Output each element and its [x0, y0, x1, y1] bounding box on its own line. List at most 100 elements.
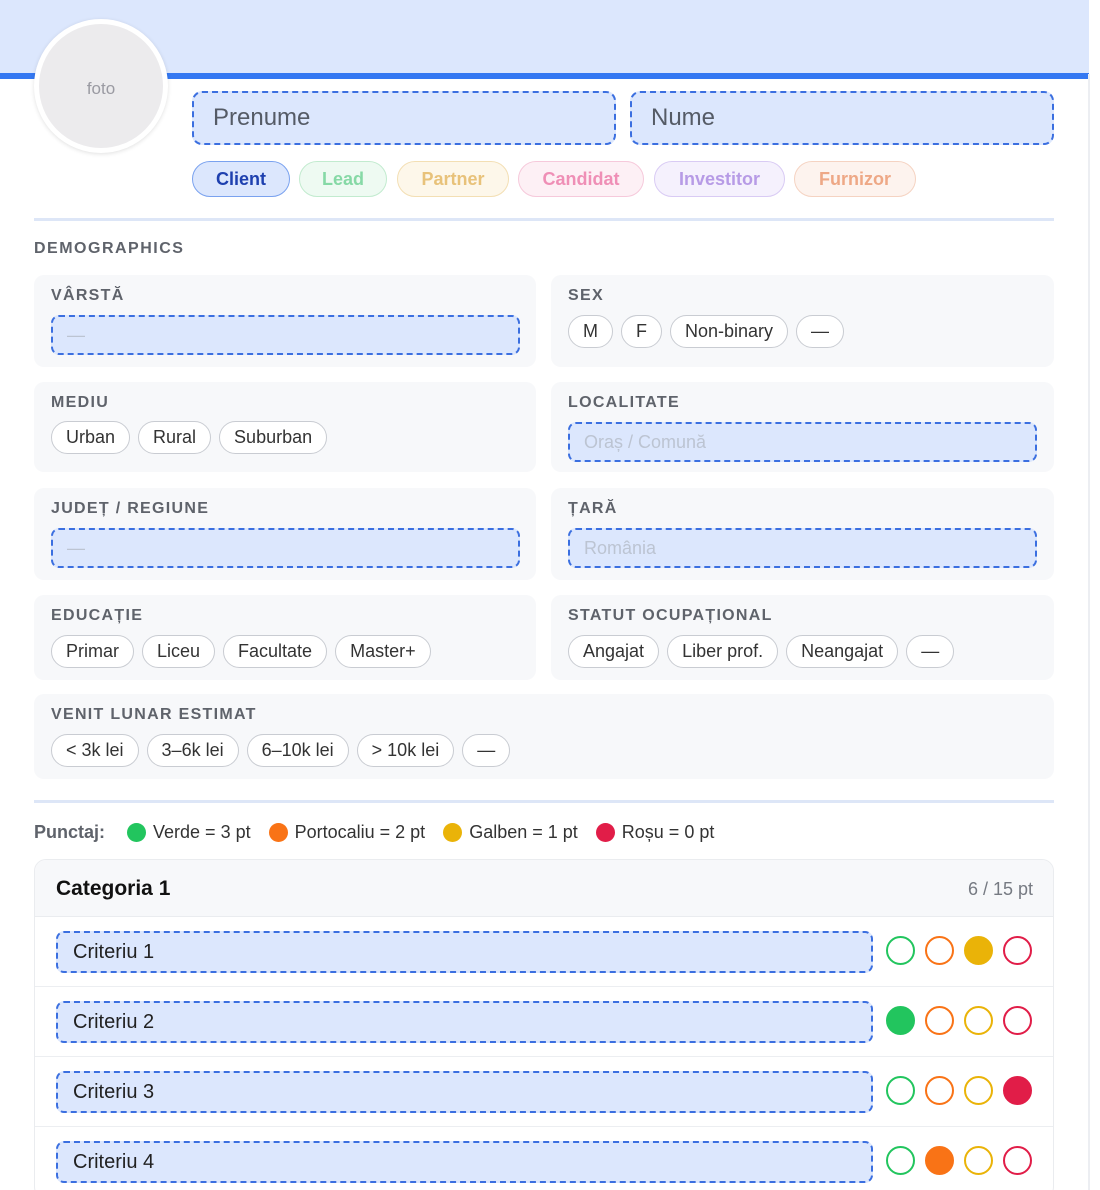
environment-option-urban[interactable]: Urban — [51, 421, 131, 454]
rating-green-button[interactable] — [886, 1076, 915, 1105]
country-card: ȚARĂ România — [551, 488, 1054, 580]
occupation-option-liber-prof[interactable]: Liber prof. — [667, 635, 779, 668]
legend-yellow-text: Galben = 1 pt — [469, 822, 578, 842]
education-option-master[interactable]: Master+ — [335, 635, 431, 668]
tag-lead[interactable]: Lead — [299, 161, 387, 197]
criterion-row: Criteriu 1 — [35, 917, 1053, 987]
green-dot-icon — [127, 823, 147, 842]
occupation-option-angajat[interactable]: Angajat — [568, 635, 660, 668]
category-title: Categoria 1 — [56, 877, 171, 900]
sex-option-m[interactable]: M — [568, 315, 613, 348]
criterion-rating — [886, 1076, 1032, 1105]
criterion-row: Criteriu 2 — [35, 987, 1053, 1057]
income-option-under-3k[interactable]: < 3k lei — [51, 734, 139, 767]
sex-option-none[interactable]: — — [796, 315, 845, 348]
criterion-rating — [886, 1146, 1032, 1175]
tag-partner[interactable]: Partner — [397, 161, 509, 197]
county-label: JUDEȚ / REGIUNE — [51, 500, 210, 517]
avatar-upload[interactable]: foto — [34, 19, 168, 153]
scoring-label: Punctaj: — [34, 822, 106, 842]
criterion-input[interactable]: Criteriu 1 — [56, 931, 873, 973]
sex-options: M F Non-binary — — [568, 315, 845, 348]
last-name-placeholder: Nume — [651, 104, 716, 131]
income-option-over-10k[interactable]: > 10k lei — [356, 734, 455, 767]
criterion-input[interactable]: Criteriu 4 — [56, 1141, 873, 1183]
legend-item-red: Roșu = 0 pt — [595, 822, 715, 843]
criterion-input[interactable]: Criteriu 3 — [56, 1071, 873, 1113]
occupation-option-none[interactable]: — — [906, 635, 955, 668]
environment-label: MEDIU — [51, 394, 110, 411]
criterion-rating — [886, 1006, 1032, 1035]
yellow-dot-icon — [443, 823, 463, 842]
sex-option-non-binary[interactable]: Non-binary — [670, 315, 789, 348]
county-input[interactable]: — — [51, 528, 520, 568]
occupation-option-neangajat[interactable]: Neangajat — [786, 635, 899, 668]
rating-red-button[interactable] — [1003, 1006, 1032, 1035]
environment-options: Urban Rural Suburban — [51, 421, 328, 454]
income-option-3-6k[interactable]: 3–6k lei — [146, 734, 239, 767]
education-option-liceu[interactable]: Liceu — [142, 635, 216, 668]
age-label: VÂRSTĂ — [51, 287, 125, 304]
sex-option-f[interactable]: F — [621, 315, 662, 348]
age-input[interactable]: — — [51, 315, 520, 355]
avatar-label: foto — [86, 79, 116, 98]
criterion-row: Criteriu 4 — [35, 1127, 1053, 1190]
rating-green-button[interactable] — [886, 1146, 915, 1175]
legend-orange-text: Portocaliu = 2 pt — [294, 822, 426, 842]
criterion-rating — [886, 936, 1032, 965]
rating-orange-button[interactable] — [925, 1146, 954, 1175]
tag-client[interactable]: Client — [192, 161, 290, 197]
legend-red-text: Roșu = 0 pt — [621, 822, 715, 842]
criterion-row: Criteriu 3 — [35, 1057, 1053, 1127]
rating-orange-button[interactable] — [925, 936, 954, 965]
sex-label: SEX — [568, 287, 604, 304]
scoring-legend: Punctaj: Verde = 3 pt Portocaliu = 2 pt … — [34, 822, 732, 843]
rating-green-button[interactable] — [886, 936, 915, 965]
locality-input[interactable]: Oraș / Comună — [568, 422, 1037, 462]
legend-item-green: Verde = 3 pt — [127, 822, 251, 843]
education-option-primar[interactable]: Primar — [51, 635, 134, 668]
age-card: VÂRSTĂ — — [34, 275, 536, 367]
rating-red-button[interactable] — [1003, 936, 1032, 965]
rating-yellow-button[interactable] — [964, 1146, 993, 1175]
rating-orange-button[interactable] — [925, 1076, 954, 1105]
category-score: 6 / 15 pt — [967, 879, 1033, 899]
rating-yellow-button[interactable] — [964, 936, 993, 965]
education-option-facultate[interactable]: Facultate — [223, 635, 328, 668]
red-dot-icon — [595, 823, 615, 842]
first-name-input[interactable]: Prenume — [192, 91, 616, 145]
country-input[interactable]: România — [568, 528, 1037, 568]
tag-candidat[interactable]: Candidat — [518, 161, 644, 197]
environment-option-suburban[interactable]: Suburban — [219, 421, 328, 454]
tag-furnizor[interactable]: Furnizor — [794, 161, 916, 197]
income-options: < 3k lei 3–6k lei 6–10k lei > 10k lei — — [51, 734, 511, 767]
legend-item-yellow: Galben = 1 pt — [443, 822, 578, 843]
criterion-input[interactable]: Criteriu 2 — [56, 1001, 873, 1043]
tag-investitor[interactable]: Investitor — [654, 161, 785, 197]
occupation-label: STATUT OCUPAȚIONAL — [568, 607, 773, 624]
income-option-none[interactable]: — — [462, 734, 511, 767]
rating-yellow-button[interactable] — [964, 1006, 993, 1035]
environment-option-rural[interactable]: Rural — [138, 421, 212, 454]
rating-yellow-button[interactable] — [964, 1076, 993, 1105]
rating-orange-button[interactable] — [925, 1006, 954, 1035]
locality-label: LOCALITATE — [568, 394, 680, 411]
rating-red-button[interactable] — [1003, 1146, 1032, 1175]
demographics-title: DEMOGRAPHICS — [34, 240, 185, 257]
orange-dot-icon — [268, 823, 288, 842]
income-label: VENIT LUNAR ESTIMAT — [51, 706, 257, 723]
country-label: ȚARĂ — [568, 500, 618, 517]
education-label: EDUCAȚIE — [51, 607, 144, 624]
section-divider — [34, 800, 1054, 803]
income-card: VENIT LUNAR ESTIMAT < 3k lei 3–6k lei 6–… — [34, 694, 1054, 779]
first-name-placeholder: Prenume — [213, 104, 311, 131]
rating-green-button[interactable] — [886, 1006, 915, 1035]
education-options: Primar Liceu Facultate Master+ — [51, 635, 431, 668]
category-panel: Categoria 1 6 / 15 pt Criteriu 1 Criteri… — [34, 859, 1054, 1190]
income-option-6-10k[interactable]: 6–10k lei — [246, 734, 349, 767]
occupation-card: STATUT OCUPAȚIONAL Angajat Liber prof. N… — [551, 595, 1054, 680]
sex-card: SEX M F Non-binary — — [551, 275, 1054, 367]
education-card: EDUCAȚIE Primar Liceu Facultate Master+ — [34, 595, 536, 680]
rating-red-button[interactable] — [1003, 1076, 1032, 1105]
last-name-input[interactable]: Nume — [630, 91, 1054, 145]
